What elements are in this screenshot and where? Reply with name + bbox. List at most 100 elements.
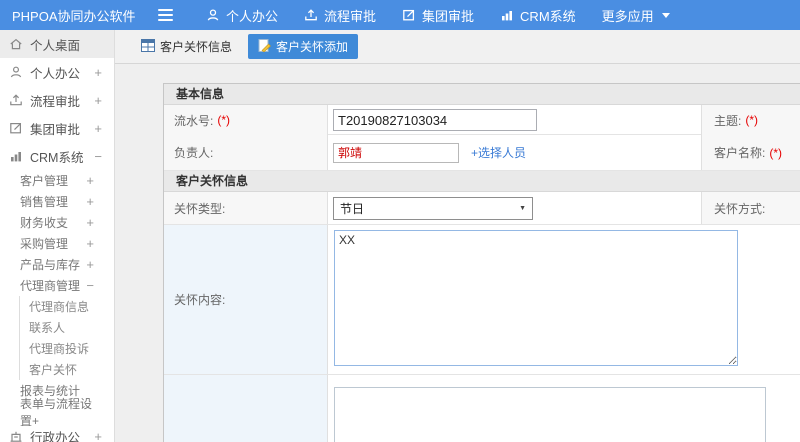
app-root: PHPOA协同办公软件 个人办公 流程审批 集团审批 CRM系统 更多应用 个人… bbox=[0, 0, 800, 442]
care-type-row: 关怀类型: 节日 ▼ 关怀方式: bbox=[164, 192, 800, 225]
care-type-label-cell: 关怀类型: bbox=[164, 192, 328, 224]
sidebar-item-personal-desktop[interactable]: 个人桌面 bbox=[0, 30, 114, 58]
sidebar-item-label: 个人桌面 bbox=[30, 38, 81, 53]
tab-label: 客户关怀信息 bbox=[160, 40, 233, 54]
sidebar: 个人桌面 个人办公 + 流程审批 + 集团审批 + CRM系统 − 客户管理 +… bbox=[0, 30, 115, 442]
serial-input[interactable] bbox=[333, 109, 537, 131]
workflow-icon bbox=[304, 8, 318, 22]
extra-label-cell bbox=[164, 375, 328, 442]
edit-square-icon bbox=[9, 121, 23, 135]
bar-chart-icon bbox=[500, 8, 514, 22]
customer-name-label: 客户名称: bbox=[714, 146, 766, 160]
care-method-label-cell: 关怀方式: bbox=[701, 192, 800, 224]
extra-textarea[interactable] bbox=[334, 387, 766, 442]
sidebar-item-label: CRM系统 bbox=[30, 150, 84, 165]
owner-label-cell: 负责人: bbox=[164, 135, 328, 170]
sidebar-item-customer-care[interactable]: 客户关怀 bbox=[20, 359, 114, 380]
sidebar-item-personal-office[interactable]: 个人办公 + bbox=[0, 58, 114, 86]
user-icon bbox=[9, 65, 23, 79]
owner-row: 负责人: +选择人员 客户名称: (*) bbox=[164, 135, 800, 171]
care-content-label: 关怀内容: bbox=[174, 293, 226, 307]
expand-sign: + bbox=[94, 120, 102, 136]
expand-sign: − bbox=[94, 148, 102, 164]
bar-chart-icon bbox=[9, 149, 23, 163]
sidebar-item-products-inventory[interactable]: 产品与库存 + bbox=[0, 254, 114, 275]
expand-sign: + bbox=[86, 236, 94, 251]
serial-row: 流水号: (*) 主题: (*) bbox=[164, 105, 800, 135]
sidebar-item-group-approval[interactable]: 集团审批 + bbox=[0, 114, 114, 142]
top-menu: 个人办公 流程审批 集团审批 CRM系统 更多应用 bbox=[206, 6, 670, 25]
care-type-label: 关怀类型: bbox=[174, 201, 226, 216]
nav-crm-system[interactable]: CRM系统 bbox=[500, 6, 576, 25]
nav-label: 集团审批 bbox=[422, 8, 475, 24]
expand-sign: + bbox=[94, 428, 102, 442]
sidebar-item-label: 个人办公 bbox=[30, 66, 81, 81]
expand-sign: + bbox=[86, 215, 94, 230]
care-content-input-cell: XX bbox=[328, 225, 800, 374]
care-content-textarea[interactable]: XX bbox=[334, 230, 738, 366]
page-edit-icon bbox=[258, 38, 271, 55]
select-caret-icon: ▼ bbox=[519, 204, 526, 212]
nav-label: 流程审批 bbox=[324, 8, 377, 24]
home-icon bbox=[9, 37, 23, 51]
sidebar-item-label: 流程审批 bbox=[30, 94, 81, 109]
customer-care-form: 基本信息 流水号: (*) 主题: (*) bbox=[163, 83, 800, 442]
sidebar-item-sales-management[interactable]: 销售管理 + bbox=[0, 191, 114, 212]
extra-input-cell bbox=[328, 375, 800, 442]
menu-toggle-icon[interactable] bbox=[148, 0, 182, 30]
sidebar-item-customer-management[interactable]: 客户管理 + bbox=[0, 170, 114, 191]
section-header-basic-info: 基本信息 bbox=[164, 84, 800, 105]
edit-square-icon bbox=[402, 8, 416, 22]
nav-label: 个人办公 bbox=[226, 8, 279, 24]
expand-sign: + bbox=[86, 257, 94, 272]
sidebar-item-crm-system[interactable]: CRM系统 − bbox=[0, 142, 114, 170]
sidebar-item-form-workflow-settings[interactable]: 表单与流程设置+ bbox=[0, 397, 114, 428]
care-method-label: 关怀方式: bbox=[714, 201, 766, 216]
nav-more-apps[interactable]: 更多应用 bbox=[602, 6, 670, 25]
serial-label-cell: 流水号: (*) bbox=[164, 105, 328, 135]
serial-label: 流水号: bbox=[174, 113, 214, 128]
caret-down-icon bbox=[661, 12, 670, 18]
nav-personal-office[interactable]: 个人办公 bbox=[206, 6, 278, 25]
workflow-icon bbox=[9, 93, 23, 107]
serial-input-cell bbox=[328, 105, 701, 135]
subject-label-cell: 主题: (*) bbox=[701, 105, 800, 135]
subject-label: 主题: bbox=[714, 113, 742, 128]
expand-sign: + bbox=[94, 92, 102, 108]
nav-label: CRM系统 bbox=[520, 8, 576, 24]
table-icon bbox=[141, 38, 155, 55]
expand-sign: + bbox=[86, 194, 94, 209]
extra-row bbox=[164, 375, 800, 442]
sidebar-item-purchasing[interactable]: 采购管理 + bbox=[0, 233, 114, 254]
care-type-select[interactable]: 节日 ▼ bbox=[333, 196, 533, 220]
content-area: 基本信息 流水号: (*) 主题: (*) bbox=[115, 64, 800, 442]
tab-label: 客户关怀添加 bbox=[276, 40, 349, 54]
sidebar-item-agent-management[interactable]: 代理商管理 − bbox=[0, 275, 114, 296]
app-logo: PHPOA协同办公软件 bbox=[12, 8, 136, 24]
sidebar-item-label: 行政办公 bbox=[30, 430, 81, 442]
sidebar-item-label: 集团审批 bbox=[30, 122, 81, 137]
owner-input[interactable] bbox=[333, 142, 459, 163]
user-icon bbox=[206, 8, 220, 22]
nav-group-approval[interactable]: 集团审批 bbox=[402, 6, 474, 25]
tab-customer-care-info[interactable]: 客户关怀信息 bbox=[135, 34, 238, 59]
required-mark: (*) bbox=[217, 113, 231, 127]
select-person-link[interactable]: +选择人员 bbox=[471, 144, 526, 161]
top-navbar: PHPOA协同办公软件 个人办公 流程审批 集团审批 CRM系统 更多应用 bbox=[0, 0, 800, 30]
section-header-care-info: 客户关怀信息 bbox=[164, 171, 800, 192]
sidebar-item-workflow-approval[interactable]: 流程审批 + bbox=[0, 86, 114, 114]
sidebar-item-finance[interactable]: 财务收支 + bbox=[0, 212, 114, 233]
customer-name-label-cell: 客户名称: (*) bbox=[701, 135, 800, 170]
sidebar-item-agent-info[interactable]: 代理商信息 bbox=[20, 296, 114, 317]
tab-customer-care-add[interactable]: 客户关怀添加 bbox=[248, 34, 359, 59]
building-icon bbox=[9, 429, 23, 442]
care-type-input-cell: 节日 ▼ bbox=[328, 192, 701, 224]
sidebar-item-contacts[interactable]: 联系人 bbox=[20, 317, 114, 338]
expand-sign: + bbox=[86, 173, 94, 188]
owner-label: 负责人: bbox=[174, 146, 214, 160]
main-area: 客户关怀信息 客户关怀添加 基本信息 流水号: (*) T20190827103… bbox=[115, 30, 800, 442]
nav-workflow-approval[interactable]: 流程审批 bbox=[304, 6, 376, 25]
required-mark: (*) bbox=[769, 145, 783, 160]
required-mark: (*) bbox=[745, 113, 759, 127]
sidebar-item-agent-complaints[interactable]: 代理商投诉 bbox=[20, 338, 114, 359]
